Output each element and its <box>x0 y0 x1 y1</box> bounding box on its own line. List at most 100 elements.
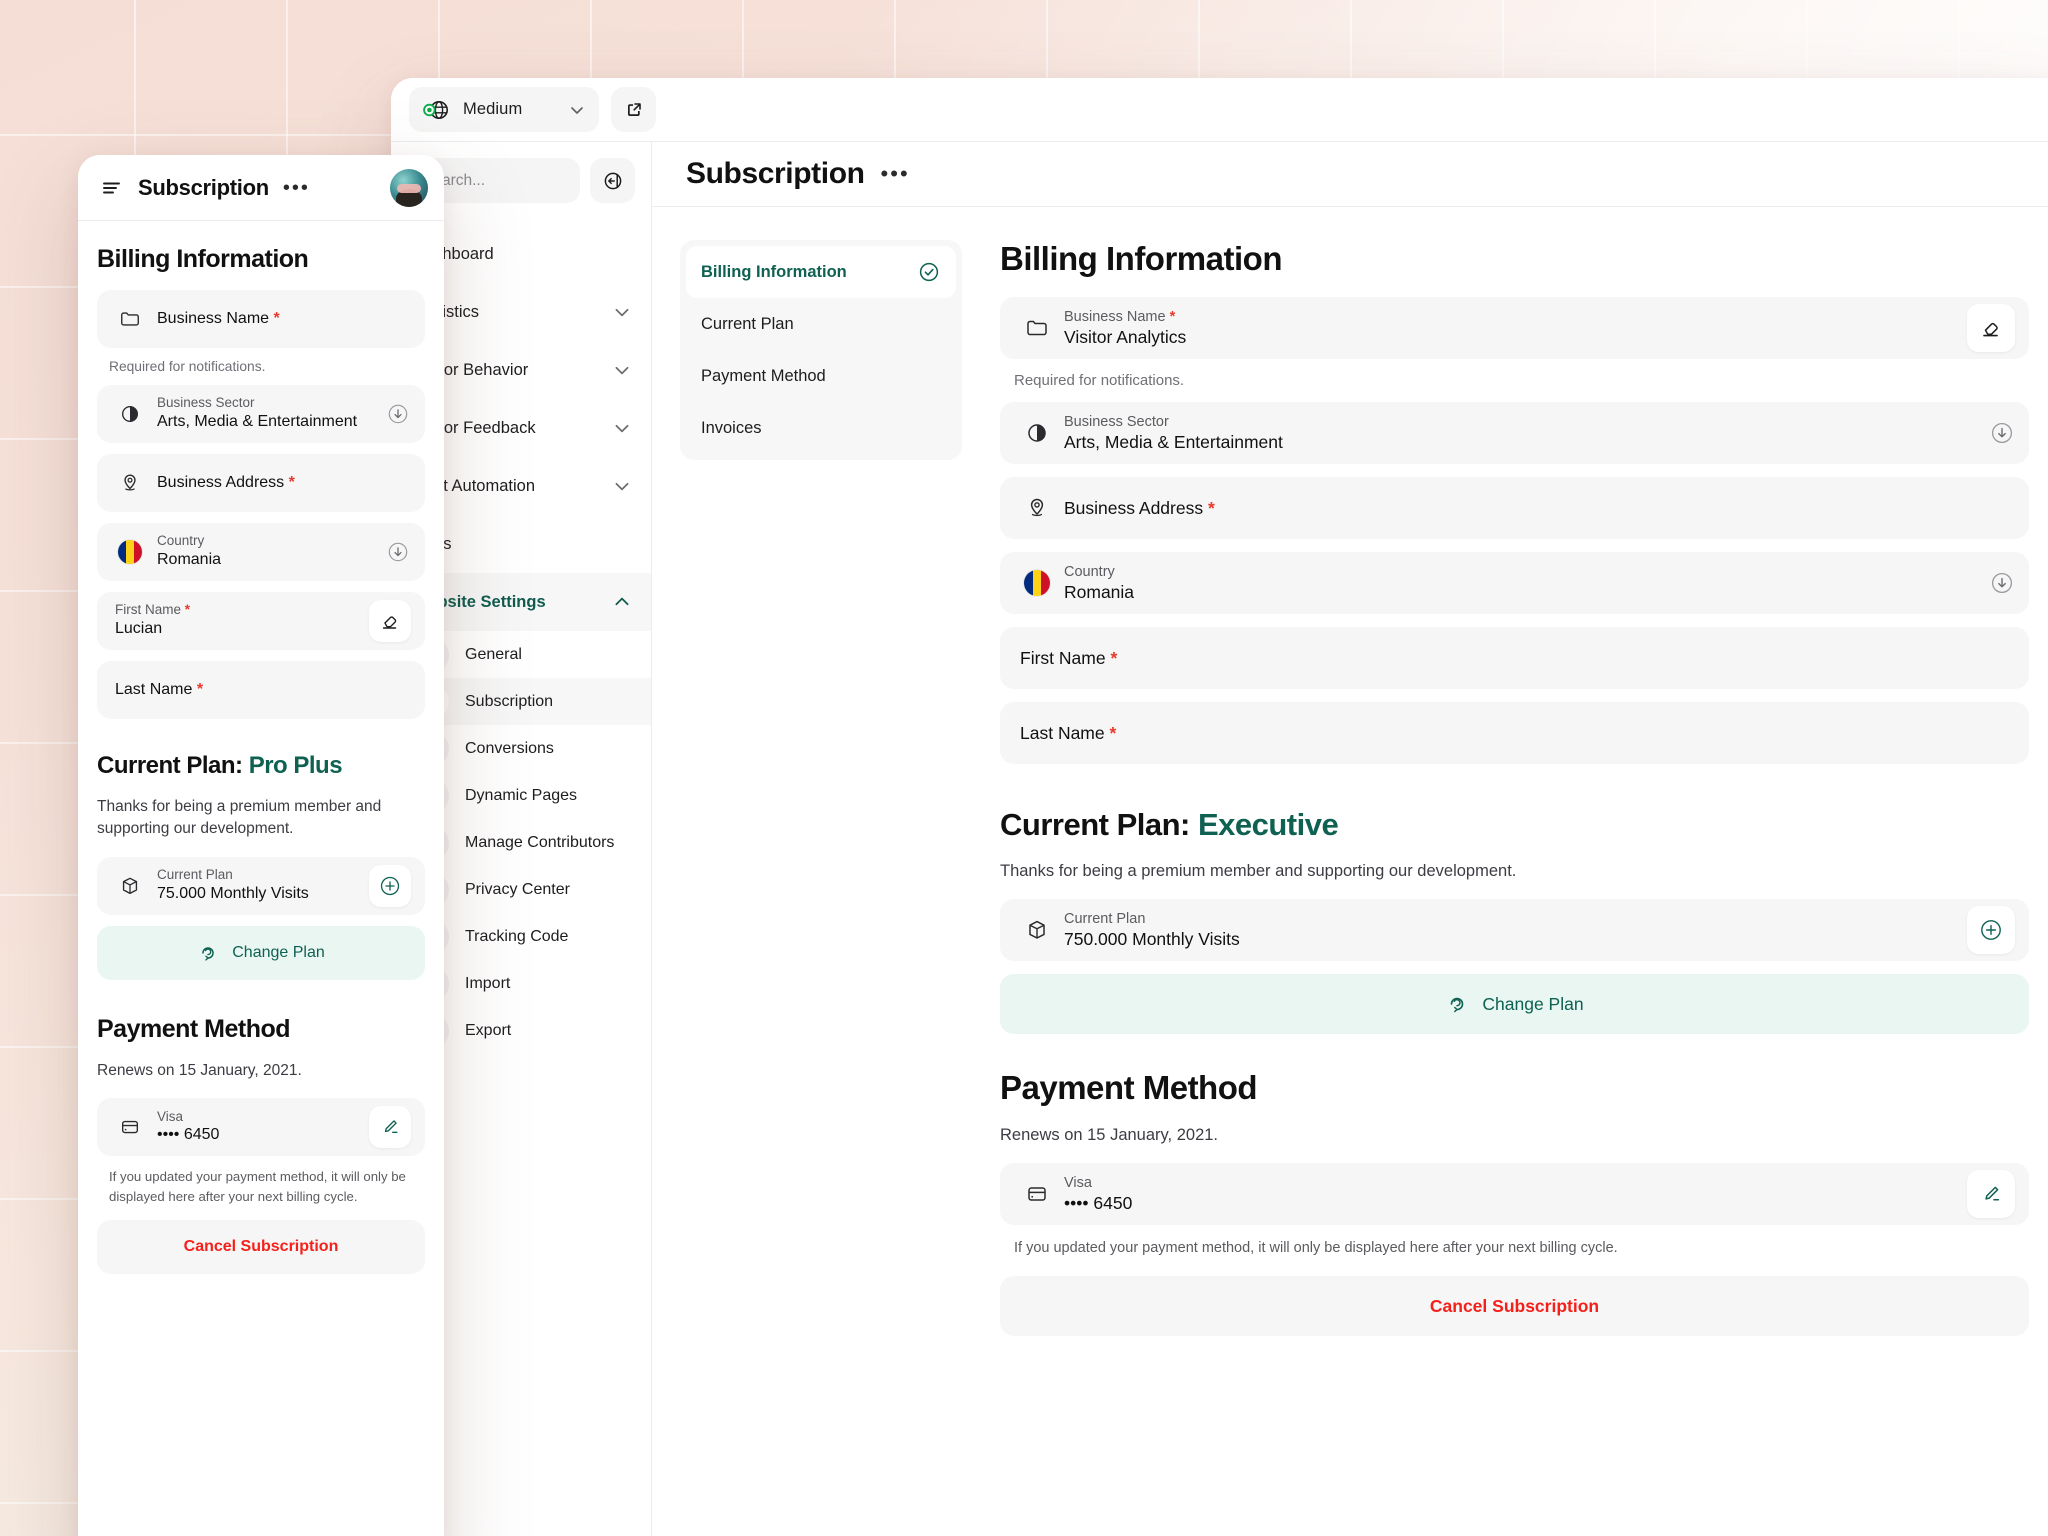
section-nav-label: Billing Information <box>701 262 847 281</box>
avatar[interactable] <box>390 168 428 207</box>
sidebar-subitem-label: Tracking Code <box>465 927 569 945</box>
section-nav-item-billing-information[interactable]: Billing Information <box>686 246 956 298</box>
payment-note: If you updated your payment method, it w… <box>1014 1240 1618 1256</box>
sidebar-subitem-label: General <box>465 645 522 663</box>
cancel-subscription-button[interactable]: Cancel Subscription <box>1000 1276 2029 1337</box>
renews-text: Renews on 15 January, 2021. <box>97 1061 302 1079</box>
card-brand: Visa <box>1064 1174 1092 1191</box>
chevron-circle-down-icon <box>1989 570 2015 596</box>
payment-method-heading: Payment Method <box>97 1014 291 1043</box>
sidebar-collapse-button[interactable] <box>590 158 635 203</box>
field-business-name[interactable]: Business Name * Visitor Analytics <box>1000 297 2029 359</box>
field-business-address[interactable]: Business Address * <box>97 454 425 512</box>
field-first-name[interactable]: First Name * Lucian <box>97 592 425 650</box>
clear-first-name-button[interactable] <box>369 600 411 642</box>
chevron-down-icon <box>613 477 631 495</box>
chevron-circle-down-icon <box>386 402 410 426</box>
field-business-sector[interactable]: Business Sector Arts, Media & Entertainm… <box>97 385 425 443</box>
eraser-icon <box>379 610 401 632</box>
field-business-name[interactable]: Business Name * <box>97 290 425 348</box>
mobile-app-window: Subscription ••• Billing Information Bus… <box>78 155 444 1536</box>
business-sector-dropdown-button[interactable] <box>1989 420 2015 446</box>
content-header: Subscription ••• <box>652 142 2048 207</box>
plan-name: Executive <box>1197 807 1339 842</box>
section-nav-label: Invoices <box>701 418 762 437</box>
site-selector[interactable]: Medium <box>409 87 599 132</box>
change-plan-button[interactable]: Change Plan <box>97 925 425 980</box>
chevron-down-icon <box>569 102 585 118</box>
more-options-icon[interactable]: ••• <box>283 178 310 198</box>
field-business-address[interactable]: Business Address * <box>1000 477 2029 539</box>
mobile-body: Billing Information Business Name * Requ… <box>78 221 444 1274</box>
chevron-circle-down-icon <box>1989 420 2015 446</box>
business-sector-dropdown-button[interactable] <box>385 401 411 427</box>
cancel-subscription-button[interactable]: Cancel Subscription <box>97 1219 425 1274</box>
field-label: Last Name * <box>1020 722 1117 743</box>
field-value: Romania <box>157 551 222 569</box>
desktop-app-window: Medium Search... Dashboard Statistics Vi… <box>391 78 2048 1536</box>
add-plan-button[interactable] <box>369 864 411 907</box>
section-nav: Billing Information Current Plan Payment M… <box>652 240 992 1336</box>
sidebar-subitem-label: Subscription <box>465 692 554 710</box>
change-plan-button[interactable]: Change Plan <box>1000 974 2029 1034</box>
add-plan-button[interactable] <box>1967 906 2015 954</box>
field-country[interactable]: Country Romania <box>1000 552 2029 614</box>
chevron-up-icon <box>613 593 631 611</box>
field-label: Current Plan <box>1064 910 1146 927</box>
field-label: Country <box>157 533 205 549</box>
field-label: Business Address * <box>1064 497 1215 518</box>
plus-circle-icon <box>1978 917 2004 943</box>
package-icon <box>113 875 147 897</box>
refresh-icon <box>1445 992 1469 1016</box>
cancel-subscription-label: Cancel Subscription <box>1429 1295 1600 1316</box>
plan-description: Thanks for being a premium member and su… <box>1000 862 1517 880</box>
field-country[interactable]: Country Romania <box>97 523 425 581</box>
field-current-plan[interactable]: Current Plan 75.000 Monthly Visits <box>97 856 425 915</box>
credit-card-icon <box>1020 1182 1054 1206</box>
field-value: Lucian <box>115 620 163 638</box>
field-payment-card[interactable]: Visa •••• 6450 <box>97 1098 425 1157</box>
billing-heading: Billing Information <box>97 245 309 273</box>
field-label: Business Name * <box>1064 308 1176 325</box>
browser-toolbar: Medium <box>391 78 2048 141</box>
field-label: Current Plan <box>157 867 233 883</box>
sidebar-subitem-label: Import <box>465 974 511 992</box>
site-name: Medium <box>463 100 523 118</box>
map-pin-icon <box>1020 496 1054 520</box>
field-value: 750.000 Monthly Visits <box>1064 928 1240 949</box>
change-plan-label: Change Plan <box>232 943 325 961</box>
page-title: Subscription <box>686 157 865 190</box>
edit-payment-button[interactable] <box>1967 1170 2015 1218</box>
field-value: 75.000 Monthly Visits <box>157 884 309 902</box>
field-label: Business Name * <box>157 310 280 327</box>
field-value: Romania <box>1064 581 1135 602</box>
more-options-icon[interactable]: ••• <box>881 163 910 185</box>
field-first-name[interactable]: First Name * <box>1000 627 2029 689</box>
field-payment-card[interactable]: Visa •••• 6450 <box>1000 1163 2029 1225</box>
clear-business-name-button[interactable] <box>1967 304 2015 352</box>
section-nav-item-current-plan[interactable]: Current Plan <box>686 298 956 350</box>
field-current-plan[interactable]: Current Plan 750.000 Monthly Visits <box>1000 899 2029 961</box>
field-value: Arts, Media & Entertainment <box>1064 431 1283 452</box>
field-last-name[interactable]: Last Name * <box>1000 702 2029 764</box>
field-last-name[interactable]: Last Name * <box>97 661 425 719</box>
field-business-sector[interactable]: Business Sector Arts, Media & Entertainm… <box>1000 402 2029 464</box>
country-dropdown-button[interactable] <box>385 539 411 565</box>
section-nav-item-invoices[interactable]: Invoices <box>686 402 956 454</box>
payment-note: If you updated your payment method, it w… <box>109 1169 406 1204</box>
hamburger-menu-icon[interactable] <box>100 176 124 200</box>
open-external-button[interactable] <box>611 87 656 132</box>
section-nav-label: Payment Method <box>701 366 826 385</box>
sidebar-subitem-label: Manage Contributors <box>465 833 615 851</box>
edit-payment-button[interactable] <box>369 1106 411 1149</box>
card-brand: Visa <box>157 1108 184 1124</box>
country-dropdown-button[interactable] <box>1989 570 2015 596</box>
sidebar-item-label: Dashboard <box>413 244 494 263</box>
sidebar-subitem-label: Dynamic Pages <box>465 786 578 804</box>
check-circle-icon <box>917 260 941 284</box>
field-value: Visitor Analytics <box>1064 326 1187 347</box>
section-nav-card: Billing Information Current Plan Payment M… <box>680 240 962 460</box>
current-plan-heading: Current Plan: Executive <box>1000 807 1339 842</box>
sidebar-item-label: Tools <box>413 535 631 554</box>
section-nav-item-payment-method[interactable]: Payment Method <box>686 350 956 402</box>
